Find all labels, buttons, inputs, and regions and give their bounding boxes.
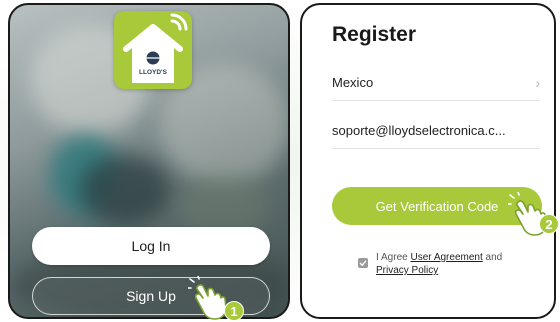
country-selector[interactable]: Mexico › bbox=[332, 65, 540, 101]
checkbox-icon bbox=[359, 260, 367, 267]
privacy-policy-link[interactable]: Privacy Policy bbox=[376, 265, 438, 276]
agree-prefix: I Agree bbox=[376, 252, 408, 263]
step-2-badge: 2 bbox=[539, 214, 559, 234]
register-screen: Register Mexico › soporte@lloydselectron… bbox=[300, 3, 556, 319]
house-wifi-icon: LLOYD'S bbox=[123, 13, 188, 83]
background-blur bbox=[180, 175, 270, 235]
agreement-checkbox[interactable] bbox=[358, 258, 368, 268]
brand-wordmark: LLOYD'S bbox=[139, 69, 168, 76]
step-1-badge: 1 bbox=[224, 301, 244, 321]
login-screen: LLOYD'S Log In Sign Up bbox=[8, 3, 290, 319]
login-button[interactable]: Log In bbox=[32, 227, 270, 265]
country-value: Mexico bbox=[332, 75, 374, 90]
page-title: Register bbox=[332, 23, 417, 46]
email-field[interactable]: soporte@lloydselectronica.c... bbox=[332, 113, 540, 149]
agreement-text: I Agree User Agreement and Privacy Polic… bbox=[376, 251, 536, 277]
chevron-right-icon: › bbox=[535, 74, 540, 91]
background-blur bbox=[80, 155, 170, 225]
and-text: and bbox=[485, 252, 503, 263]
email-value: soporte@lloydselectronica.c... bbox=[332, 123, 506, 138]
user-agreement-link[interactable]: User Agreement bbox=[410, 252, 482, 263]
app-logo: LLOYD'S bbox=[114, 11, 192, 89]
